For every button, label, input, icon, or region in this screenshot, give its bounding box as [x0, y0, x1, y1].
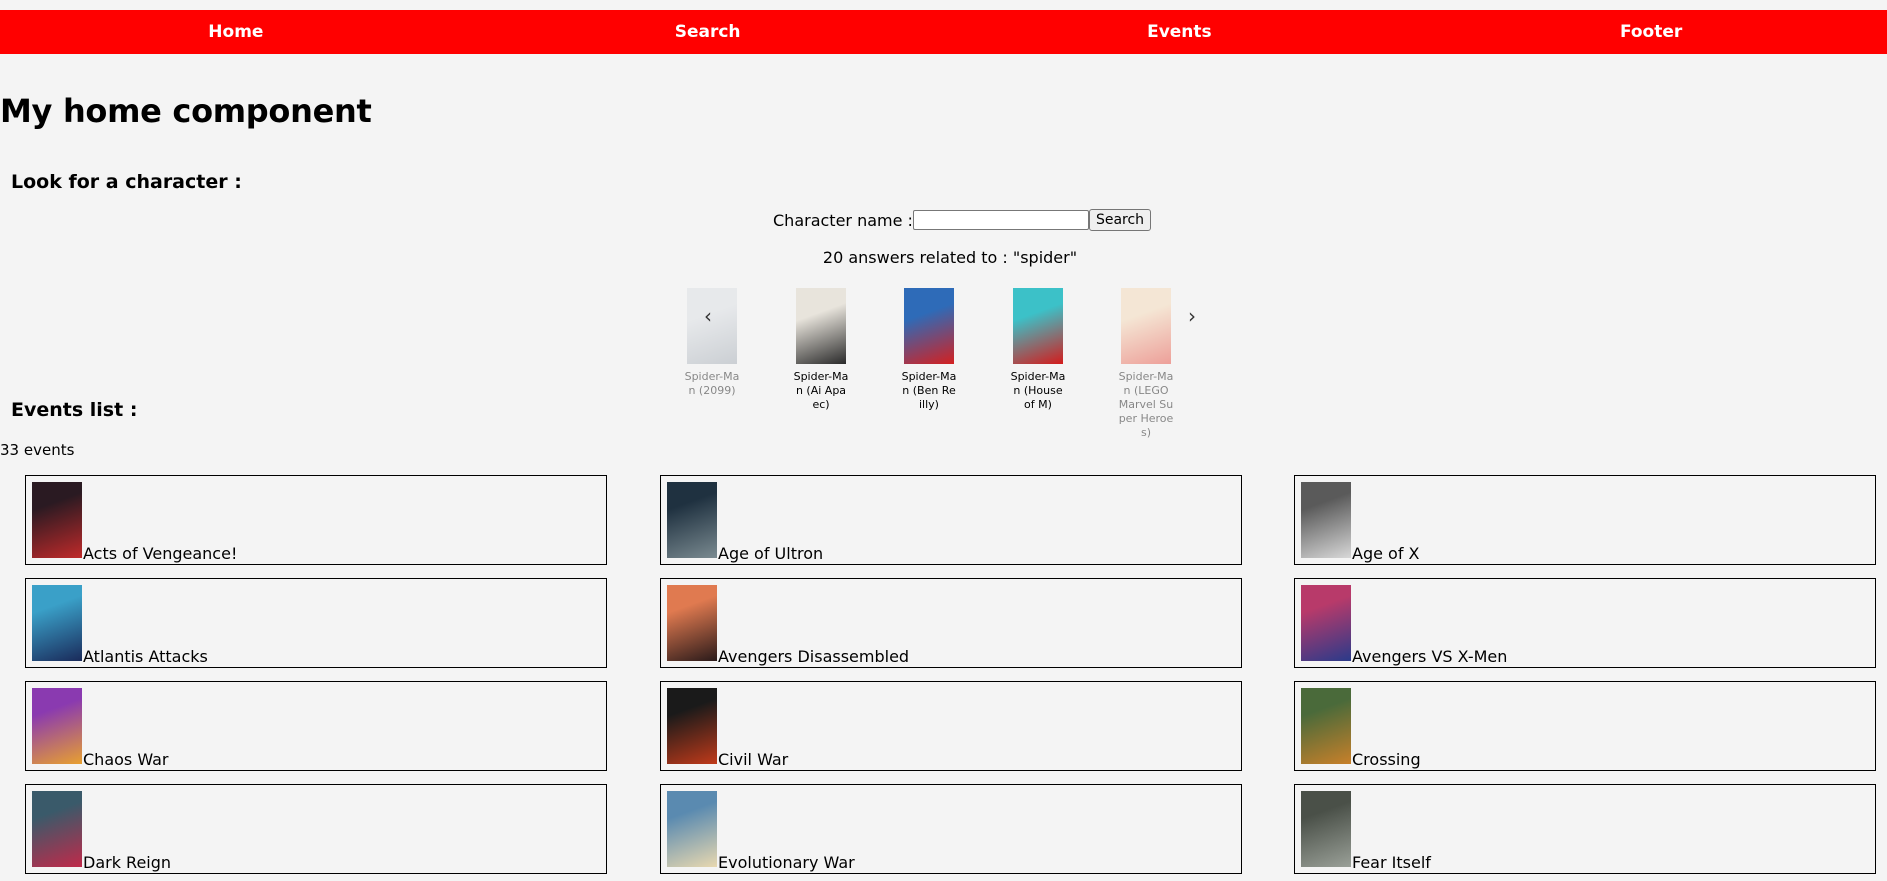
search-form: Character name : Search	[773, 208, 1152, 232]
event-card[interactable]: Chaos War	[25, 681, 607, 771]
event-name: Age of X	[1352, 544, 1420, 563]
chevron-right-icon[interactable]: ›	[1188, 304, 1196, 328]
event-name: Acts of Vengeance!	[83, 544, 238, 563]
event-name: Chaos War	[83, 750, 169, 769]
nav-home[interactable]: Home	[0, 10, 472, 54]
character-thumbnail	[1013, 288, 1063, 364]
event-name: Atlantis Attacks	[83, 647, 208, 666]
event-thumbnail	[1301, 791, 1351, 867]
event-card[interactable]: Age of Ultron	[660, 475, 1242, 565]
character-card[interactable]: Spider-Man (House of M)	[1010, 288, 1066, 412]
search-section-title: Look for a character :	[11, 171, 242, 193]
event-name: Avengers Disassembled	[718, 647, 910, 666]
nav-search[interactable]: Search	[472, 10, 944, 54]
chevron-left-icon[interactable]: ‹	[704, 304, 712, 328]
character-name-input[interactable]	[912, 210, 1089, 230]
event-thumbnail	[1301, 688, 1351, 764]
event-thumbnail	[667, 482, 717, 558]
nav-footer[interactable]: Footer	[1415, 10, 1887, 54]
character-thumbnail	[687, 288, 737, 364]
event-thumbnail	[1301, 482, 1351, 558]
event-name: Age of Ultron	[718, 544, 824, 563]
event-card[interactable]: Avengers Disassembled	[660, 578, 1242, 668]
top-nav: Home Search Events Footer	[0, 10, 1887, 54]
character-label: Spider-Man (Ai Apaec)	[793, 370, 849, 411]
search-button[interactable]: Search	[1088, 209, 1152, 231]
event-thumbnail	[667, 688, 717, 764]
nav-events[interactable]: Events	[944, 10, 1416, 54]
event-card[interactable]: Acts of Vengeance!	[25, 475, 607, 565]
event-name: Crossing	[1352, 750, 1421, 769]
event-thumbnail	[32, 791, 82, 867]
event-card[interactable]: Atlantis Attacks	[25, 578, 607, 668]
event-thumbnail	[1301, 585, 1351, 661]
event-card[interactable]: Fear Itself	[1294, 784, 1876, 874]
event-name: Avengers VS X-Men	[1352, 647, 1508, 666]
event-thumbnail	[667, 791, 717, 867]
event-thumbnail	[32, 482, 82, 558]
character-label: Spider-Man (House of M)	[1010, 370, 1066, 411]
character-thumbnail	[1121, 288, 1171, 364]
event-thumbnail	[32, 585, 82, 661]
event-name: Evolutionary War	[718, 853, 855, 872]
event-name: Fear Itself	[1352, 853, 1431, 872]
character-card[interactable]: Spider-Man (Ben Reilly)	[901, 288, 957, 412]
character-thumbnail	[796, 288, 846, 364]
character-label: Spider-Man (LEGO Marvel Super Heroes)	[1118, 370, 1174, 439]
event-thumbnail	[32, 688, 82, 764]
events-section-title: Events list :	[11, 399, 138, 421]
event-thumbnail	[667, 585, 717, 661]
character-card[interactable]: Spider-Man (2099)	[684, 288, 740, 398]
character-card[interactable]: Spider-Man (LEGO Marvel Super Heroes)	[1118, 288, 1174, 440]
event-name: Civil War	[718, 750, 789, 769]
event-card[interactable]: Evolutionary War	[660, 784, 1242, 874]
event-card[interactable]: Dark Reign	[25, 784, 607, 874]
page-title: My home component	[0, 92, 372, 130]
character-name-label: Character name :	[773, 210, 913, 230]
event-card[interactable]: Civil War	[660, 681, 1242, 771]
character-card[interactable]: Spider-Man (Ai Apaec)	[793, 288, 849, 412]
events-count: 33 events	[0, 441, 75, 459]
event-card[interactable]: Avengers VS X-Men	[1294, 578, 1876, 668]
event-card[interactable]: Age of X	[1294, 475, 1876, 565]
character-thumbnail	[904, 288, 954, 364]
character-label: Spider-Man (2099)	[684, 370, 740, 397]
character-carousel: Spider-Man (2099) Spider-Man (Ai Apaec) …	[680, 288, 1200, 439]
event-name: Dark Reign	[83, 853, 172, 872]
character-label: Spider-Man (Ben Reilly)	[901, 370, 957, 411]
event-card[interactable]: Crossing	[1294, 681, 1876, 771]
answers-count: 20 answers related to : "spider"	[822, 248, 1078, 267]
